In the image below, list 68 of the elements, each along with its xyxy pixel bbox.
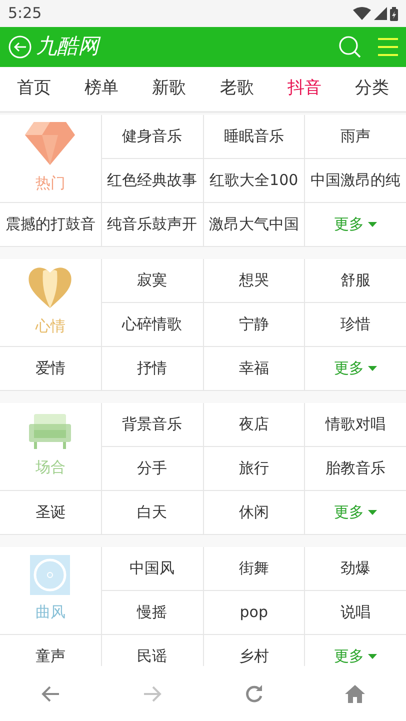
tag-link[interactable]: 童声 — [0, 635, 101, 666]
tag-link[interactable]: 激昂大气中国 — [204, 203, 304, 246]
nav-tab[interactable]: 新歌 — [152, 76, 186, 102]
tag-link[interactable]: 圣诞 — [0, 491, 101, 534]
back-arrow-icon — [40, 684, 61, 704]
category-label: 场合 — [35, 457, 66, 478]
tag-link[interactable]: 乡村 — [204, 635, 304, 666]
tag-link[interactable]: 红歌大全100 — [204, 159, 304, 202]
back-button[interactable] — [8, 35, 32, 59]
tag-link[interactable]: 红色经典故事 — [102, 159, 202, 202]
tag-link[interactable]: 寂寞 — [102, 259, 202, 302]
tag-link[interactable]: 中国风 — [102, 547, 202, 590]
tag-link[interactable]: 心碎情歌 — [102, 303, 202, 346]
tag-link[interactable]: 幸福 — [204, 347, 304, 390]
nav-tab[interactable]: 抖音 — [287, 76, 322, 102]
battery-icon — [390, 6, 398, 20]
caret-icon — [368, 654, 378, 659]
category-label: 热门 — [35, 173, 66, 194]
tag-link[interactable]: 纯音乐鼓声开 — [102, 203, 202, 246]
sofa-icon — [28, 412, 72, 450]
tag-link[interactable]: 抒情 — [102, 347, 202, 390]
caret-icon — [368, 222, 378, 227]
tag-link[interactable]: 震撼的打鼓音 — [0, 203, 101, 246]
nav-tab[interactable]: 首页 — [16, 76, 51, 102]
tag-link[interactable]: 情歌对唱 — [305, 403, 406, 446]
caret-icon — [368, 366, 378, 371]
category-label: 曲风 — [35, 602, 66, 624]
tag-link[interactable]: 分手 — [102, 447, 202, 490]
tag-link[interactable]: 慢摇 — [102, 591, 202, 634]
diamond-icon — [24, 120, 76, 166]
tag-link[interactable]: 中国激昂的纯 — [305, 159, 406, 202]
tag-link[interactable]: 舒服 — [305, 259, 406, 302]
tag-link[interactable]: pop — [204, 591, 304, 634]
menu-button[interactable] — [378, 37, 398, 57]
home-icon — [344, 684, 366, 704]
tag-link[interactable]: 健身音乐 — [102, 115, 202, 158]
reload-icon — [244, 684, 264, 704]
tag-link[interactable]: 珍惜 — [305, 303, 406, 346]
tag-link[interactable]: 旅行 — [204, 447, 304, 490]
back-circle-icon — [8, 35, 32, 59]
tag-link[interactable]: 胎教音乐 — [305, 447, 406, 490]
tag-link[interactable]: 想哭 — [204, 259, 304, 302]
wifi-icon — [353, 7, 371, 20]
nav-tab[interactable]: 榜单 — [84, 76, 118, 102]
menu-icon — [378, 37, 398, 57]
tag-link[interactable]: 雨声 — [305, 115, 406, 158]
tag-link[interactable]: 宁静 — [204, 303, 304, 346]
tag-link[interactable]: 街舞 — [204, 547, 304, 590]
tag-link[interactable]: 说唱 — [305, 591, 406, 634]
category-label: 心情 — [35, 316, 66, 338]
status-time: 5:25 — [8, 3, 42, 24]
tag-link[interactable]: 劲爆 — [305, 547, 406, 590]
tag-link[interactable]: 睡眠音乐 — [204, 115, 304, 158]
tag-link[interactable]: 民谣 — [102, 635, 202, 666]
search-button[interactable] — [338, 35, 362, 59]
nav-tab[interactable]: 老歌 — [220, 76, 254, 102]
forward-arrow-icon — [142, 684, 162, 704]
tag-link[interactable]: 休闲 — [204, 491, 304, 534]
tag-link[interactable]: 爱情 — [0, 347, 101, 390]
search-icon — [338, 35, 362, 59]
signal-icon — [374, 7, 387, 20]
heart-icon — [27, 265, 74, 310]
caret-icon — [368, 510, 378, 515]
tag-link[interactable]: 夜店 — [204, 403, 304, 446]
nav-tab[interactable]: 分类 — [355, 76, 390, 102]
site-title: 九酷网 — [36, 33, 102, 60]
tag-link[interactable]: 白天 — [102, 491, 202, 534]
tag-link[interactable]: 背景音乐 — [102, 403, 202, 446]
